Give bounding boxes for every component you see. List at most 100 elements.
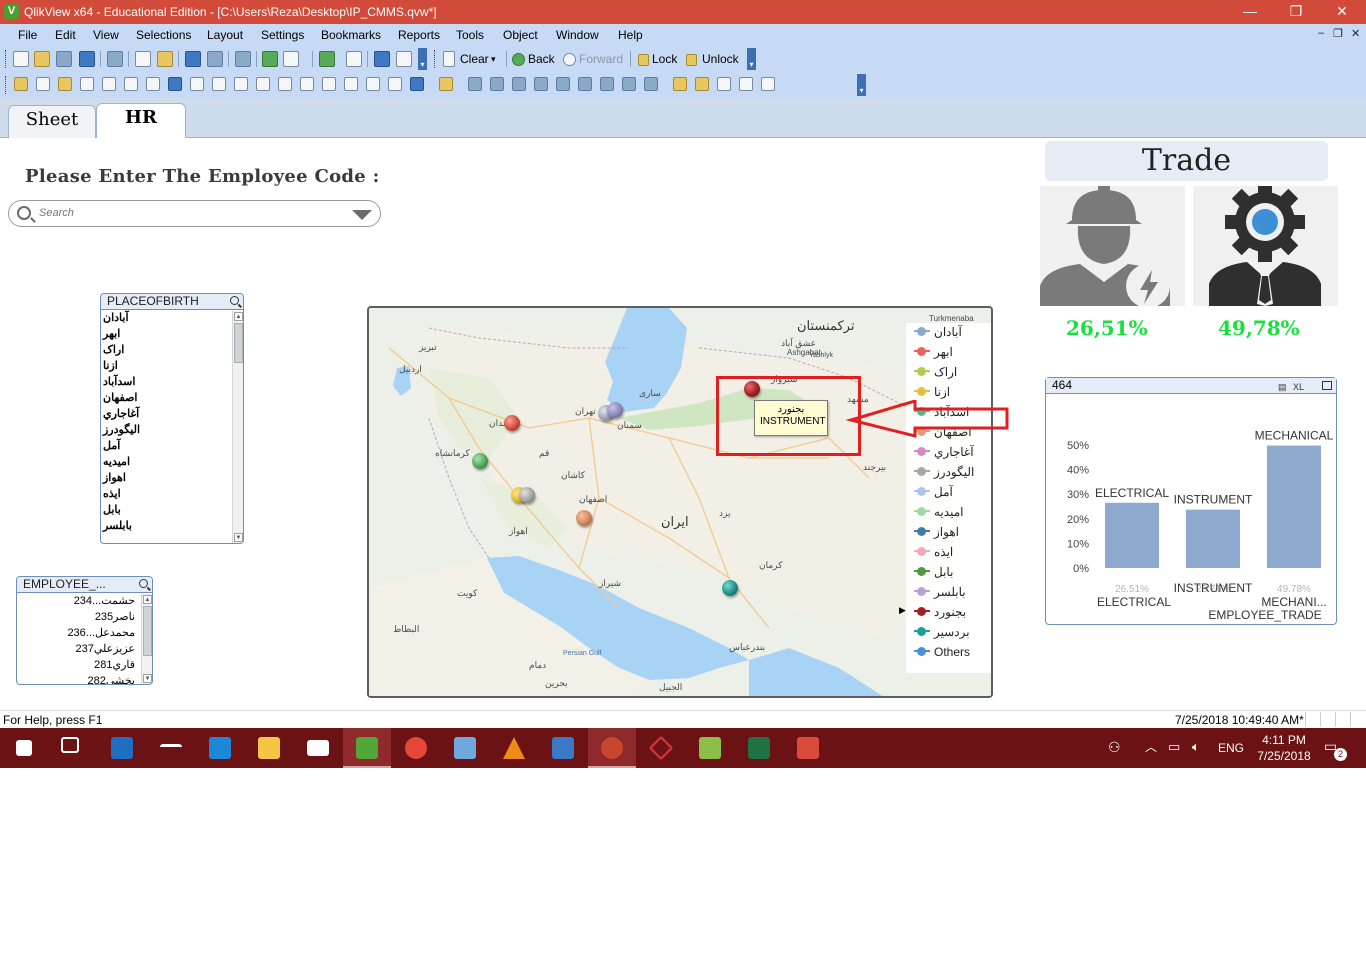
bookmark-object-icon[interactable] bbox=[322, 77, 336, 91]
reload-icon[interactable] bbox=[56, 51, 72, 67]
search-icon[interactable] bbox=[230, 296, 239, 305]
menu-view[interactable]: View bbox=[93, 28, 119, 42]
context-help-icon[interactable] bbox=[396, 51, 412, 67]
bookmark-star-icon[interactable] bbox=[319, 51, 335, 67]
task-view-taskbar-button[interactable] bbox=[48, 728, 96, 768]
input-box-icon[interactable] bbox=[190, 77, 204, 91]
list-item[interactable]: اصفهان bbox=[101, 390, 231, 406]
map-chart[interactable]: ترکمنستان Turkmenaba عشق آباد Ashgabat Y… bbox=[367, 306, 993, 698]
list-item[interactable]: آمل bbox=[101, 438, 231, 454]
toolbar-overflow-button[interactable]: ▾ bbox=[857, 74, 866, 96]
search-input[interactable] bbox=[39, 204, 349, 222]
forward-button[interactable]: Forward bbox=[579, 52, 623, 66]
align-middle-icon[interactable] bbox=[556, 77, 570, 91]
scroll-down-icon[interactable]: ▼ bbox=[234, 533, 243, 542]
bar-mechanical[interactable] bbox=[1267, 445, 1321, 568]
listbox-caption[interactable]: PLACEOFBIRTH bbox=[101, 294, 243, 310]
share-icon[interactable] bbox=[739, 77, 753, 91]
list-item[interactable]: ابهر bbox=[101, 326, 231, 342]
list-item[interactable]: قاري281 bbox=[17, 657, 141, 673]
list-item[interactable]: اسدآباد bbox=[101, 374, 231, 390]
map-pin-babolsar[interactable] bbox=[607, 402, 623, 418]
custom-object-icon[interactable] bbox=[388, 77, 402, 91]
space-horizontal-icon[interactable] bbox=[600, 77, 614, 91]
taskbar-clock[interactable]: 4:11 PM 7/25/2018 bbox=[1252, 732, 1316, 764]
menu-object[interactable]: Object bbox=[503, 28, 538, 42]
search-icon[interactable] bbox=[139, 579, 148, 588]
diamond-app-taskbar-button[interactable] bbox=[637, 728, 685, 768]
legend-item[interactable]: اميديه bbox=[906, 505, 991, 525]
tab-sheet[interactable]: Sheet bbox=[8, 105, 96, 138]
windows-start-taskbar-button[interactable] bbox=[0, 728, 48, 768]
list-item[interactable]: ازنا bbox=[101, 358, 231, 374]
menu-bookmarks[interactable]: Bookmarks bbox=[321, 28, 381, 42]
select-icon[interactable] bbox=[262, 51, 278, 67]
list-item[interactable]: حشمت...234 bbox=[17, 593, 141, 609]
sheet-properties-icon[interactable] bbox=[58, 77, 72, 91]
map-pin-aligudarz[interactable] bbox=[519, 487, 535, 503]
line-arrow-icon[interactable] bbox=[278, 77, 292, 91]
legend-item[interactable]: ایذه bbox=[906, 545, 991, 565]
search-object-icon[interactable] bbox=[344, 77, 358, 91]
edit-script-icon[interactable] bbox=[135, 51, 151, 67]
game-taskbar-button[interactable] bbox=[784, 728, 832, 768]
toolbar-grip[interactable] bbox=[434, 50, 437, 68]
button-icon[interactable] bbox=[234, 77, 248, 91]
list-item[interactable]: اميديه bbox=[101, 454, 231, 470]
toolbar-overflow-button[interactable]: ▾ bbox=[747, 48, 756, 70]
menu-tools[interactable]: Tools bbox=[456, 28, 484, 42]
align-center-icon[interactable] bbox=[490, 77, 504, 91]
doc-close-button[interactable]: ✕ bbox=[1351, 27, 1360, 40]
table-box-icon[interactable] bbox=[146, 77, 160, 91]
container-icon[interactable] bbox=[366, 77, 380, 91]
statistics-box-icon[interactable] bbox=[102, 77, 116, 91]
trade-bar-chart[interactable]: 464 ▤ XL 0% 10% 20% 30% 40% 50% ELECTRICAL 26.5… bbox=[1045, 377, 1337, 625]
design-grid-icon[interactable] bbox=[439, 77, 453, 91]
legend-item[interactable]: اليگودرز bbox=[906, 465, 991, 485]
list-item[interactable]: اهواز bbox=[101, 470, 231, 486]
format-painter-icon[interactable] bbox=[673, 77, 687, 91]
clear-dropdown-icon[interactable]: ▾ bbox=[491, 54, 496, 65]
file-explorer-taskbar-button[interactable] bbox=[245, 728, 293, 768]
scroll-down-icon[interactable]: ▼ bbox=[143, 674, 152, 683]
mail-taskbar-button[interactable] bbox=[294, 728, 342, 768]
tab-hr[interactable]: HR bbox=[96, 103, 186, 138]
print-icon[interactable]: ▤ bbox=[1278, 380, 1287, 395]
menu-reports[interactable]: Reports bbox=[398, 28, 440, 42]
legend-item[interactable]: اهواز bbox=[906, 525, 991, 545]
unlock-button[interactable]: Unlock bbox=[702, 52, 739, 66]
qlikview-taskbar-button[interactable] bbox=[343, 728, 391, 768]
lock-button[interactable]: Lock bbox=[652, 52, 677, 66]
employee-search-box[interactable] bbox=[8, 200, 381, 227]
space-vertical-icon[interactable] bbox=[622, 77, 636, 91]
listbox-caption[interactable]: EMPLOYEE_... bbox=[17, 577, 152, 593]
toolbar-grip[interactable] bbox=[5, 76, 8, 94]
restore-button[interactable]: ❐ bbox=[1273, 0, 1319, 24]
map-pin-bardsir[interactable] bbox=[722, 580, 738, 596]
map-pin-abhar[interactable] bbox=[504, 415, 520, 431]
send-to-excel-icon[interactable]: XL bbox=[1293, 380, 1304, 395]
map-pin-asadabad[interactable] bbox=[472, 453, 488, 469]
legend-item[interactable]: آغاجاري bbox=[906, 445, 991, 465]
minimize-button[interactable]: — bbox=[1227, 0, 1273, 24]
current-selections-icon[interactable] bbox=[212, 77, 226, 91]
vlc-taskbar-button[interactable] bbox=[490, 728, 538, 768]
listbox-icon[interactable] bbox=[80, 77, 94, 91]
chart-wizard-icon[interactable] bbox=[283, 51, 299, 67]
text-object-icon[interactable] bbox=[256, 77, 270, 91]
slider-icon[interactable] bbox=[300, 77, 314, 91]
server-icon[interactable] bbox=[410, 77, 424, 91]
back-button[interactable]: Back bbox=[528, 52, 555, 66]
clear-button[interactable]: Clear bbox=[460, 52, 489, 66]
outlook-taskbar-button[interactable] bbox=[98, 728, 146, 768]
save-icon[interactable] bbox=[79, 51, 95, 67]
undo-icon[interactable] bbox=[185, 51, 201, 67]
list-item[interactable]: بابلسر bbox=[101, 518, 231, 534]
excel-taskbar-button[interactable] bbox=[735, 728, 783, 768]
bar-instrument[interactable] bbox=[1186, 509, 1240, 568]
chevron-down-icon[interactable] bbox=[352, 210, 372, 220]
export-icon[interactable] bbox=[761, 77, 775, 91]
scroll-thumb[interactable] bbox=[234, 323, 243, 363]
legend-item[interactable]: Others bbox=[906, 645, 991, 665]
properties-icon[interactable] bbox=[695, 77, 709, 91]
